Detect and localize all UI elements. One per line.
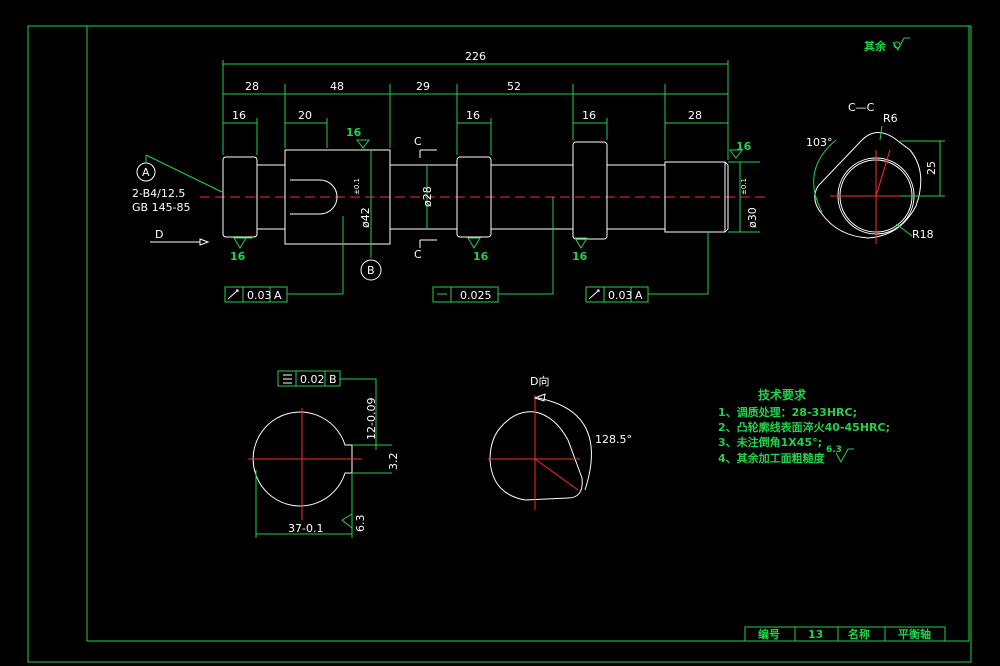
section-cc-view: C—C 103° R6 R18 25 <box>806 101 945 244</box>
dim-w4: 16 <box>582 109 596 122</box>
tech-item-2: 2、凸轮廓线表面淬火40-45HRC; <box>718 420 890 434</box>
sym-datum: B <box>329 373 337 386</box>
fcf3-datum: A <box>635 289 643 302</box>
tech-title: 技术要求 <box>758 387 807 402</box>
eccentric-section <box>572 141 608 240</box>
drawing-canvas: 编号 13 名称 平衡轴 其余 226 28 48 29 52 16 20 16… <box>0 0 1000 666</box>
outer-frame <box>27 25 972 663</box>
fcf-runout-2: 0.03 A <box>585 232 709 303</box>
title-block: 编号 13 名称 平衡轴 <box>744 626 946 642</box>
view-d-title: D向 <box>530 374 549 388</box>
rough-1: 16 <box>230 250 246 263</box>
fcf1-datum: A <box>274 289 282 302</box>
dim-dia42: ø42 <box>359 207 372 228</box>
rough-2: 16 <box>473 250 489 263</box>
section-cc-title: C—C <box>848 101 875 114</box>
keyway-dia: 37-0.1 <box>288 522 323 535</box>
title-name-label: 名称 <box>848 627 870 641</box>
shaft-main-view <box>200 141 770 245</box>
keyway-rough: 6.3 <box>354 515 367 533</box>
dim-seg3: 29 <box>416 80 430 93</box>
dim-w2: 20 <box>298 109 312 122</box>
datum-b-bubble: B <box>367 264 375 277</box>
dim-fit30: ±0.1 <box>740 178 748 195</box>
dim-seg2: 48 <box>330 80 344 93</box>
angle-128: 128.5° <box>595 433 632 446</box>
center-hole-text1: 2-B4/12.5 <box>132 187 185 200</box>
keyway-width: 3.2 <box>387 453 400 471</box>
cam-outline-d <box>489 411 583 501</box>
dim-dia28: ø28 <box>421 186 434 207</box>
dim-overall: 226 <box>465 50 486 63</box>
tech-item-1: 1、调质处理：28-33HRC; <box>718 405 857 419</box>
datum-a-bubble: A <box>142 166 150 179</box>
view-d-label: D <box>155 228 163 241</box>
sym-value: 0.02 <box>300 373 325 386</box>
tech-rough-value: 6.3 <box>826 445 842 455</box>
radius-r6: R6 <box>883 112 898 125</box>
section-c-bottom: C <box>414 248 422 261</box>
radius-r18: R18 <box>912 228 934 241</box>
dim-seg1: 28 <box>245 80 259 93</box>
title-number-value: 13 <box>808 628 823 641</box>
dim-w3: 16 <box>466 109 480 122</box>
fcf-straightness: 0.025 <box>432 197 554 303</box>
top-dimensions: 226 28 48 29 52 16 20 16 16 28 <box>222 50 729 160</box>
dim-w1: 16 <box>232 109 246 122</box>
angle-103: 103° <box>806 136 833 149</box>
inner-frame <box>86 25 970 642</box>
cad-drawing: 编号 13 名称 平衡轴 其余 226 28 48 29 52 16 20 16… <box>27 25 972 663</box>
rough-4: 16 <box>346 126 362 139</box>
dim-seg5: 28 <box>688 109 702 122</box>
dim-seg4: 52 <box>507 80 521 93</box>
fcf1-value: 0.03 <box>247 289 272 302</box>
other-roughness: 其余 <box>864 37 910 53</box>
tech-item-3: 3、未注倒角1X45°; <box>718 435 822 449</box>
section-c-top: C <box>414 135 422 148</box>
center-hole-text2: GB 145-85 <box>132 201 191 214</box>
title-name-value: 平衡轴 <box>898 627 931 641</box>
datum-b: B <box>360 244 382 281</box>
dim-dia30: ø30 <box>746 207 759 228</box>
tech-requirements: 技术要求 1、调质处理：28-33HRC; 2、凸轮廓线表面淬火40-45HRC… <box>718 387 890 465</box>
rough-3: 16 <box>572 250 588 263</box>
tech-item-4: 4、其余加工面粗糙度 <box>718 451 826 465</box>
view-d: D向 128.5° <box>488 374 632 510</box>
other-roughness-text: 其余 <box>864 39 887 53</box>
fcf3-value: 0.03 <box>608 289 633 302</box>
dim-fit42: ±0.1 <box>353 178 361 195</box>
dim-25: 25 <box>925 161 938 175</box>
center-hole-note: A 2-B4/12.5 GB 145-85 D <box>132 154 223 246</box>
title-number-label: 编号 <box>758 627 780 641</box>
keyway-depth: 12-0.09 <box>365 398 378 440</box>
fcf2-value: 0.025 <box>460 289 492 302</box>
keyway-section: 0.02 B 12-0.09 3.2 37-0.1 6.3 <box>248 370 400 538</box>
rough-5: 16 <box>736 140 752 153</box>
